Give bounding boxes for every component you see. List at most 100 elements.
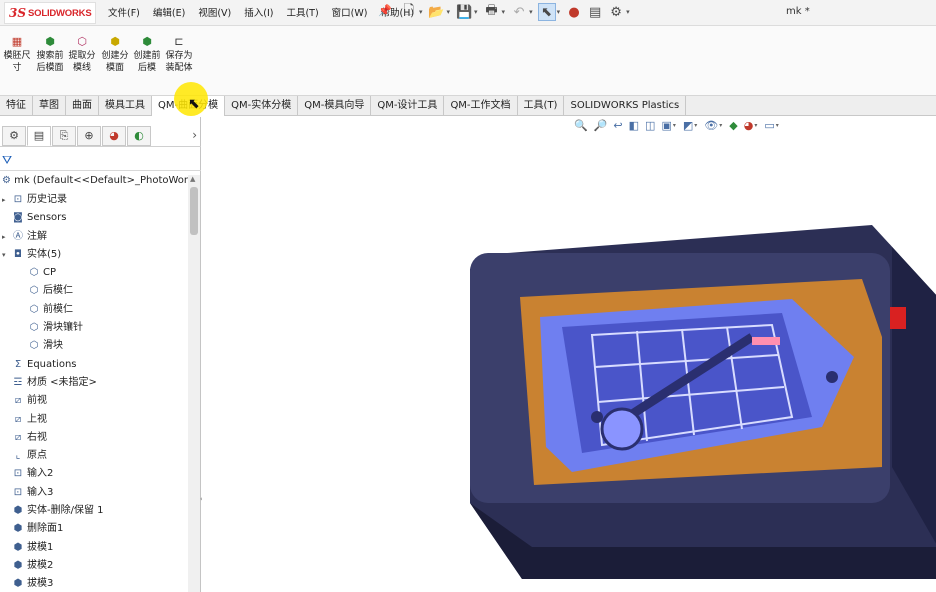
select-dropdown-icon[interactable]: ▾ xyxy=(557,8,561,16)
tab-features[interactable]: 特征 xyxy=(0,96,33,116)
zoom-to-fit-icon[interactable]: 🔍 xyxy=(574,119,588,132)
feature-tree-node[interactable]: ⬢ 删除面1 xyxy=(0,520,188,538)
scroll-up-icon[interactable]: ▲ xyxy=(190,175,195,183)
panel-tabs-more-icon[interactable]: › xyxy=(192,128,197,142)
menu-file[interactable]: 文件(F) xyxy=(108,5,140,19)
feature-tree-node[interactable]: ☲ 材质 <未指定> xyxy=(0,374,188,392)
feature-tree-node[interactable]: ⧄ 右视 xyxy=(0,429,188,447)
view-orientation-dropdown-icon[interactable]: ▾ xyxy=(673,122,676,129)
feature-tree-node[interactable]: ⬡ CP xyxy=(0,264,188,282)
feature-tree-node[interactable]: ▸ Ⓐ 注解 xyxy=(0,228,188,246)
undo-dropdown-icon[interactable]: ▾ xyxy=(529,8,533,16)
property-manager-tab-icon[interactable]: ▤ xyxy=(27,125,51,146)
select-cursor-icon[interactable]: ⬉ xyxy=(537,3,556,21)
save-dropdown-icon[interactable]: ▾ xyxy=(474,8,478,16)
apply-scene-icon[interactable]: ◕ xyxy=(744,119,754,132)
open-folder-icon[interactable]: 📂 xyxy=(428,3,446,21)
undo-icon[interactable]: ↶ xyxy=(510,3,528,21)
feature-tree-node[interactable]: ▸ ⊡ 历史记录 xyxy=(0,191,188,209)
dimxpert-tab-icon[interactable]: ⊕ xyxy=(77,125,101,146)
quick-access-toolbar: 🗋 ▾ 📂 ▾ 💾 ▾ 🖶 ▾ ↶ ▾ ⬉ ▾ ● ▤ ⚙ ▾ xyxy=(400,3,635,21)
print-icon[interactable]: 🖶 xyxy=(483,3,501,21)
view-orientation-icon[interactable]: ▣ xyxy=(661,119,671,132)
feature-tree-node-label: Sensors xyxy=(27,212,67,224)
filter-icon[interactable]: ⛛ xyxy=(2,153,12,168)
feature-manager-tab-icon[interactable]: ⚙ xyxy=(2,125,26,146)
create-core-cavity-button[interactable]: ⬢ 创建前 后模 xyxy=(130,36,164,74)
print-dropdown-icon[interactable]: ▾ xyxy=(502,8,506,16)
display-style-icon[interactable]: ◩ xyxy=(683,119,693,132)
extract-parting-line-button[interactable]: ⬡ 提取分 模线 xyxy=(65,36,99,74)
tab-mold-tools[interactable]: 模具工具 xyxy=(99,96,152,116)
view-settings-dropdown-icon[interactable]: ▾ xyxy=(776,122,779,129)
display-manager-tab-icon[interactable]: ◕ xyxy=(102,125,126,146)
tab-qm-work-documents[interactable]: QM-工作文档 xyxy=(444,96,518,116)
tab-qm-mold-wizard[interactable]: QM-模具向导 xyxy=(298,96,372,116)
scroll-thumb[interactable] xyxy=(190,187,198,235)
save-icon[interactable]: 💾 xyxy=(455,3,473,21)
tab-qm-design-tools[interactable]: QM-设计工具 xyxy=(371,96,445,116)
section-view-icon[interactable]: ◧ xyxy=(629,119,639,132)
feature-tree-node[interactable]: ⬡ 后模仁 xyxy=(0,282,188,300)
hide-show-items-icon[interactable]: 👁 xyxy=(704,119,718,132)
feature-tree-node[interactable]: ⌞ 原点 xyxy=(0,447,188,465)
mold-model[interactable] xyxy=(462,217,936,579)
rebuild-traffic-light-icon[interactable]: ● xyxy=(565,3,583,21)
mold-base-size-button[interactable]: ▦ 模胚尺 寸 xyxy=(0,36,34,74)
feature-tree-node[interactable]: ⬢ 拔模1 xyxy=(0,539,188,557)
options-gear-icon[interactable]: ⚙ xyxy=(607,3,625,21)
new-document-icon[interactable]: 🗋 xyxy=(400,3,418,21)
menu-edit[interactable]: 编辑(E) xyxy=(153,5,185,19)
tab-solidworks-plastics[interactable]: SOLIDWORKS Plastics xyxy=(564,96,687,116)
edit-appearance-icon[interactable]: ◆ xyxy=(729,119,737,132)
create-parting-surface-button[interactable]: ⬢ 创建分 模面 xyxy=(98,36,132,74)
feature-tree-node[interactable]: ⧄ 上视 xyxy=(0,411,188,429)
tab-surfaces[interactable]: 曲面 xyxy=(66,96,99,116)
menu-window[interactable]: 窗口(W) xyxy=(332,5,368,19)
feature-tree-node[interactable]: ⬡ 滑块镶针 xyxy=(0,319,188,337)
expand-arrow-icon[interactable]: ▸ xyxy=(2,191,6,209)
part-boss xyxy=(600,407,644,451)
expand-arrow-icon[interactable]: ▸ xyxy=(2,228,6,246)
feature-tree-node[interactable]: ⊡ 输入3 xyxy=(0,484,188,502)
feature-tree-node[interactable]: ⬡ 前模仁 xyxy=(0,301,188,319)
feature-tree-node[interactable]: Σ Equations xyxy=(0,356,188,374)
menu-view[interactable]: 视图(V) xyxy=(198,5,231,19)
feature-manager-panel: ⚙ ▤ ⎘ ⊕ ◕ ◐ › ⛛ ⚙ mk (Default<<Default>_… xyxy=(0,117,203,592)
feature-tree-scrollbar[interactable]: ▲ xyxy=(188,175,200,592)
save-as-assembly-button[interactable]: ⊏ 保存为 装配体 xyxy=(162,36,196,74)
collapse-arrow-icon[interactable]: ▾ xyxy=(2,246,6,264)
new-dropdown-icon[interactable]: ▾ xyxy=(419,8,423,16)
feature-tree-node[interactable]: ⬢ 实体-删除/保留 1 xyxy=(0,502,188,520)
feature-tree-node[interactable]: ▾ ◘ 实体(5) xyxy=(0,246,188,264)
menu-insert[interactable]: 插入(I) xyxy=(244,5,273,19)
pin-menu-icon[interactable]: 📌 xyxy=(378,4,392,17)
menu-tools[interactable]: 工具(T) xyxy=(286,5,318,19)
file-properties-icon[interactable]: ▤ xyxy=(586,3,604,21)
solidworks-logo[interactable]: 3S SOLIDWORKS xyxy=(4,2,96,24)
feature-tree-node-label: 上视 xyxy=(27,413,47,425)
hide-show-dropdown-icon[interactable]: ▾ xyxy=(719,122,722,129)
feature-tree-node[interactable]: ⧄ 前视 xyxy=(0,392,188,410)
open-dropdown-icon[interactable]: ▾ xyxy=(447,8,451,16)
view-settings-icon[interactable]: ▭ xyxy=(764,119,774,132)
feature-tree-root[interactable]: ⚙ mk (Default<<Default>_PhotoWorks Di xyxy=(2,175,188,186)
feature-tree-node[interactable]: ⬢ 拔模2 xyxy=(0,557,188,575)
apply-scene-dropdown-icon[interactable]: ▾ xyxy=(754,122,757,129)
cam-tab-icon[interactable]: ◐ xyxy=(127,125,151,146)
graphics-viewport[interactable]: 🔍 🔎 ↩ ◧ ◫ ▣ ▾ ◩ ▾ 👁 ▾ ◆ ◕ ▾ ▭ ▾ xyxy=(202,117,936,592)
feature-tree-node[interactable]: ⬢ 拔模3 xyxy=(0,575,188,592)
tab-sketch[interactable]: 草图 xyxy=(33,96,66,116)
configuration-manager-tab-icon[interactable]: ⎘ xyxy=(52,125,76,146)
tab-qm-solid-parting[interactable]: QM-实体分模 xyxy=(225,96,299,116)
search-faces-button[interactable]: ⬢ 搜索前 后模面 xyxy=(33,36,67,74)
display-style-dropdown-icon[interactable]: ▾ xyxy=(694,122,697,129)
options-dropdown-icon[interactable]: ▾ xyxy=(626,8,630,16)
tab-tools[interactable]: 工具(T) xyxy=(518,96,565,116)
zoom-to-area-icon[interactable]: 🔎 xyxy=(594,119,608,132)
feature-tree-node[interactable]: ⊡ 输入2 xyxy=(0,465,188,483)
dynamic-annotation-icon[interactable]: ◫ xyxy=(645,119,655,132)
feature-tree-node[interactable]: ⬡ 滑块 xyxy=(0,337,188,355)
previous-view-icon[interactable]: ↩ xyxy=(613,119,622,132)
feature-tree-node[interactable]: ◙ Sensors xyxy=(0,209,188,227)
